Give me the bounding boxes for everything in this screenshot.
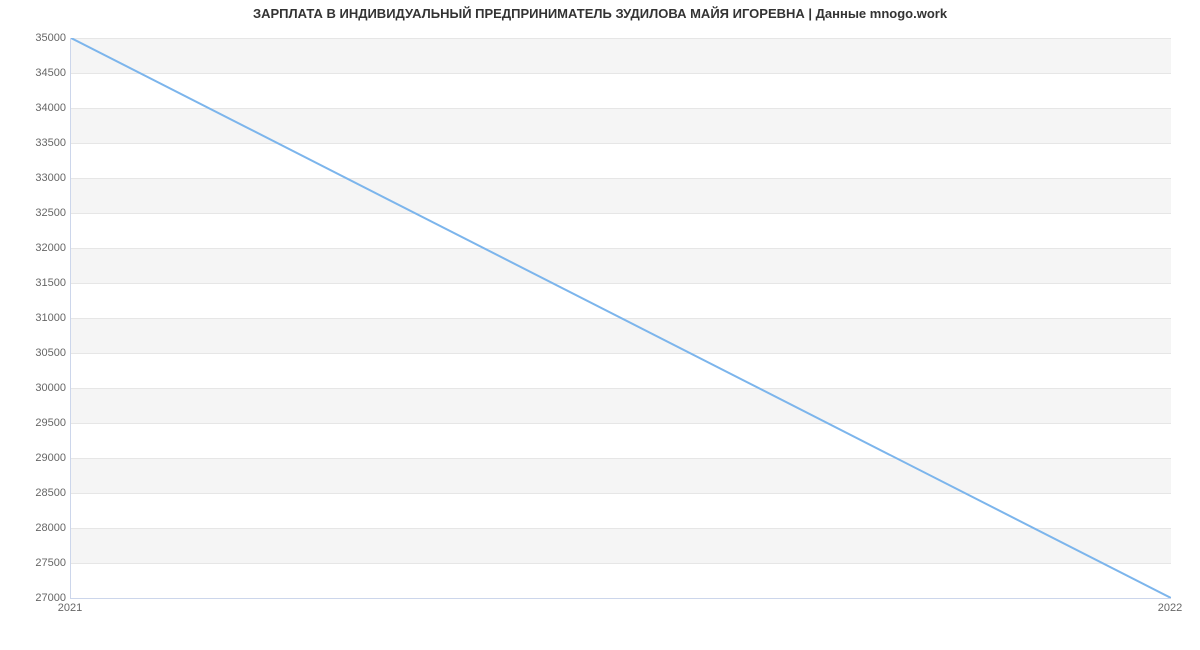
y-tick-label: 32000 bbox=[6, 242, 66, 254]
y-tick-label: 33500 bbox=[6, 137, 66, 149]
x-tick-label: 2022 bbox=[1158, 602, 1182, 614]
y-tick-label: 31500 bbox=[6, 277, 66, 289]
y-tick-label: 34500 bbox=[6, 67, 66, 79]
y-tick-label: 30000 bbox=[6, 382, 66, 394]
chart-title: ЗАРПЛАТА В ИНДИВИДУАЛЬНЫЙ ПРЕДПРИНИМАТЕЛ… bbox=[0, 6, 1200, 21]
y-tick-label: 30500 bbox=[6, 347, 66, 359]
x-tick-label: 2021 bbox=[58, 602, 82, 614]
line-segment bbox=[71, 38, 1171, 598]
y-tick-label: 32500 bbox=[6, 207, 66, 219]
y-tick-label: 29500 bbox=[6, 417, 66, 429]
chart-container: ЗАРПЛАТА В ИНДИВИДУАЛЬНЫЙ ПРЕДПРИНИМАТЕЛ… bbox=[0, 0, 1200, 650]
y-tick-label: 35000 bbox=[6, 32, 66, 44]
y-tick-label: 34000 bbox=[6, 102, 66, 114]
line-series bbox=[71, 38, 1171, 598]
plot-area bbox=[70, 38, 1171, 599]
y-tick-label: 33000 bbox=[6, 172, 66, 184]
y-tick-label: 31000 bbox=[6, 312, 66, 324]
y-tick-label: 28000 bbox=[6, 522, 66, 534]
y-tick-label: 29000 bbox=[6, 452, 66, 464]
y-tick-label: 28500 bbox=[6, 487, 66, 499]
y-gridline bbox=[71, 598, 1171, 599]
y-tick-label: 27500 bbox=[6, 557, 66, 569]
